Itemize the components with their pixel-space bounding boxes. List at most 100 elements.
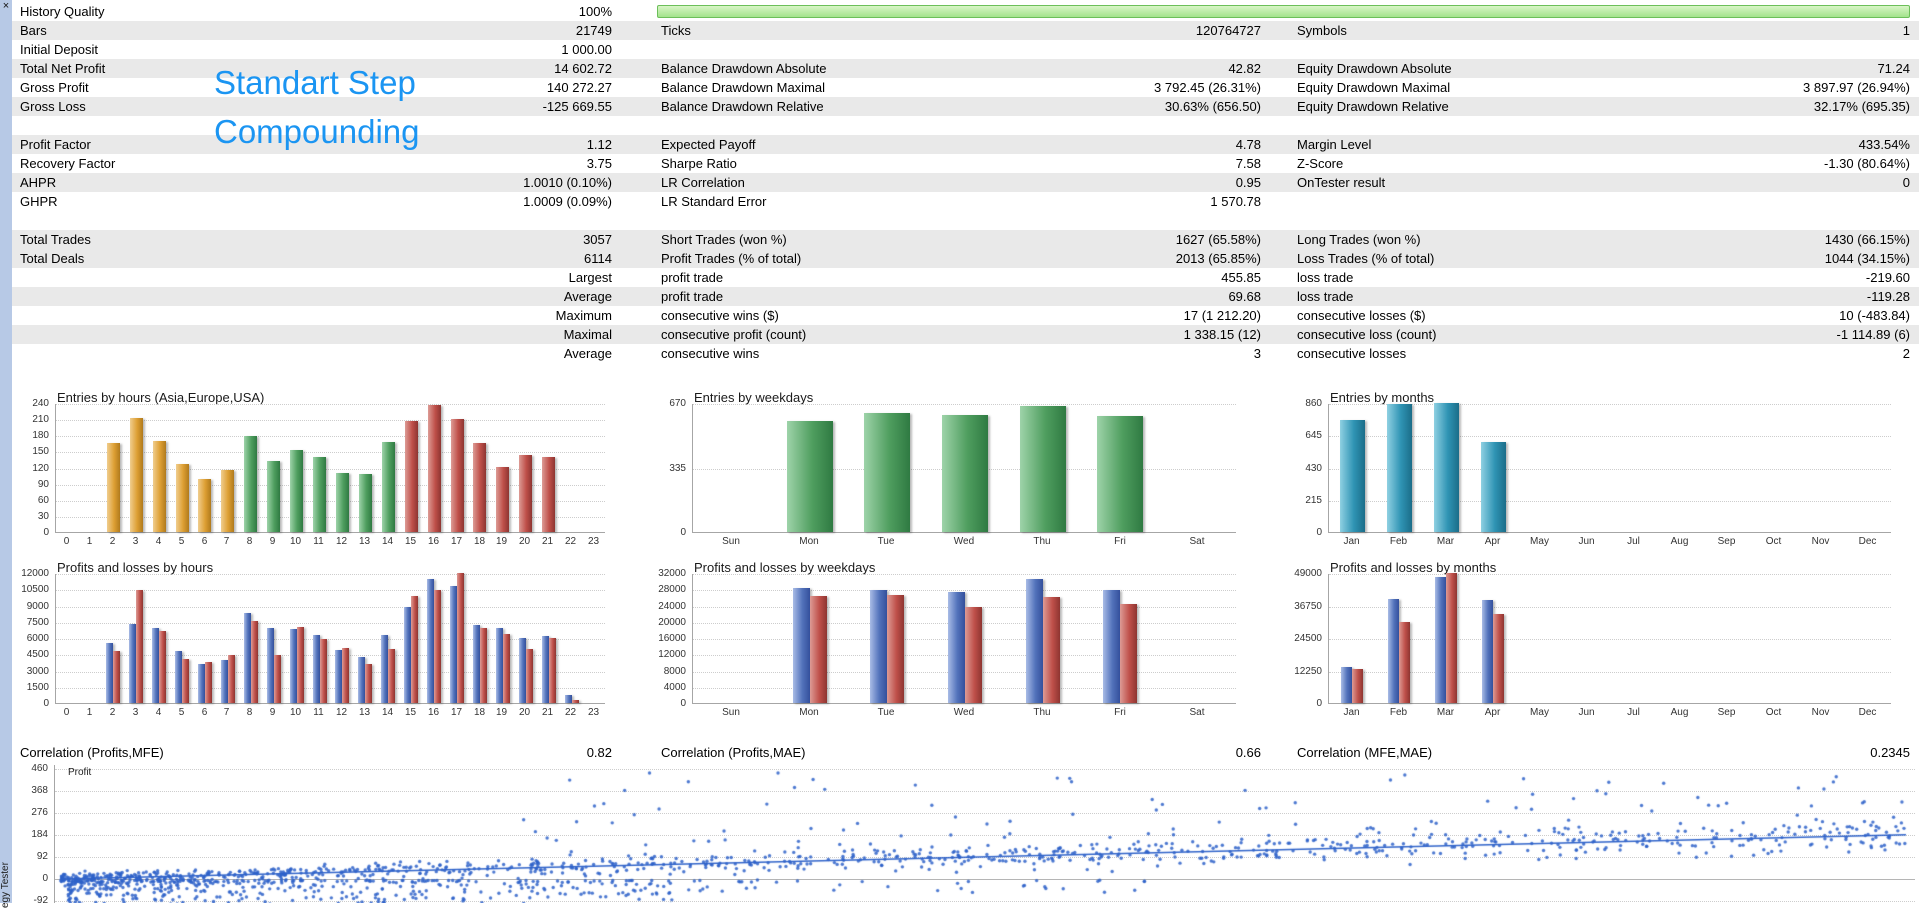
bar <box>107 443 120 532</box>
bar <box>864 413 910 532</box>
stat-value: 433.54% <box>1858 137 1910 152</box>
x-tick-label: Sep <box>1717 707 1736 718</box>
stat-value: 69.68 <box>1228 289 1261 304</box>
bar <box>336 473 349 532</box>
y-tick-label: 210 <box>32 414 49 425</box>
bar <box>113 651 120 703</box>
gridline <box>693 590 1236 591</box>
x-tick-label: 7 <box>223 707 230 718</box>
x-tick-label: 10 <box>289 707 302 718</box>
x-tick-label: 14 <box>381 536 394 547</box>
x-tick-label: 21 <box>541 536 554 547</box>
x-tick-label: Jul <box>1627 536 1640 547</box>
x-tick-label: 6 <box>201 536 208 547</box>
watermark-line2: Compounding <box>214 113 420 150</box>
x-tick-label: 13 <box>358 536 371 547</box>
x-tick-label: 16 <box>427 536 440 547</box>
y-tick-label: 4000 <box>663 682 686 693</box>
chart-title: Profits and losses by hours <box>57 560 214 575</box>
y-tick-label: 430 <box>1305 463 1322 474</box>
stats-row: Maximal consecutive profit (count) 1 338.1… <box>12 325 1919 344</box>
y-tick-label: 90 <box>37 479 49 490</box>
bar <box>787 421 833 532</box>
close-icon[interactable]: × <box>0 0 12 14</box>
bar <box>411 596 418 703</box>
x-tick-label: Thu <box>1033 536 1051 547</box>
y-tick-label: 0 <box>43 698 49 709</box>
bar <box>542 457 555 532</box>
stat-value: -125 669.55 <box>542 99 612 114</box>
x-tick-label: 9 <box>269 536 276 547</box>
bar <box>519 455 532 532</box>
bar <box>267 461 280 532</box>
stat-label: Gross Loss <box>20 99 86 114</box>
x-tick-label: Fri <box>1114 536 1126 547</box>
x-tick-label: 7 <box>223 536 230 547</box>
x-tick-label: Wed <box>953 536 975 547</box>
bar <box>159 631 166 703</box>
stat-label: Short Trades (won %) <box>661 232 787 247</box>
bar <box>793 588 810 703</box>
gridline <box>1329 404 1891 405</box>
stat-label: Bars <box>20 23 47 38</box>
bar <box>810 596 827 703</box>
stat-value: 6114 <box>584 251 612 266</box>
bar <box>198 664 205 703</box>
correlation-mfe-mae-label: Correlation (MFE,MAE) <box>1297 745 1433 760</box>
y-tick-label: 12250 <box>1294 666 1322 677</box>
x-tick-label: 22 <box>564 707 577 718</box>
y-tick-label: 60 <box>37 495 49 506</box>
chart-title: Entries by months <box>1330 390 1435 405</box>
correlation-row: Correlation (Profits,MFE) 0.82 Correlati… <box>12 743 1919 762</box>
gridline <box>1329 672 1891 673</box>
scatter-points-canvas <box>55 765 1919 903</box>
stat-label: OnTester result <box>1297 175 1386 190</box>
bar <box>1026 579 1043 703</box>
stat-label: Equity Drawdown Absolute <box>1297 61 1452 76</box>
bar <box>205 662 212 703</box>
y-tick-label: 8000 <box>663 666 686 677</box>
stat-label: Gross Profit <box>20 80 89 95</box>
history-quality-progressbar <box>657 5 1910 18</box>
x-tick-label: Apr <box>1484 707 1501 718</box>
bar <box>1340 420 1365 532</box>
bar <box>1097 416 1143 532</box>
y-tick-label: 12000 <box>658 649 686 660</box>
x-tick-label: 8 <box>246 707 253 718</box>
stat-value: -219.60 <box>1865 270 1910 285</box>
x-tick-label: 3 <box>132 536 139 547</box>
x-tick-label: Tue <box>877 536 895 547</box>
bar <box>130 418 143 532</box>
bar <box>434 590 441 703</box>
stat-label: LR Standard Error <box>661 194 767 209</box>
y-tick-label: 16000 <box>658 633 686 644</box>
strategy-tester-tab[interactable]: egy Tester <box>0 818 12 908</box>
chart-title: Entries by hours (Asia,Europe,USA) <box>57 390 265 405</box>
x-tick-label: Oct <box>1765 707 1782 718</box>
stat-value: 2013 (65.85%) <box>1175 251 1261 266</box>
x-tick-label: Sat <box>1189 536 1205 547</box>
x-tick-label: Sun <box>722 536 740 547</box>
strategy-tester-report: Standart Step Compounding History Qualit… <box>0 0 1919 908</box>
chart-plot <box>1328 573 1891 704</box>
bar <box>450 586 457 703</box>
stat-value: 3 <box>1253 346 1261 361</box>
bar <box>228 655 235 703</box>
bar <box>381 635 388 703</box>
x-tick-label: Sep <box>1717 536 1736 547</box>
bar <box>1446 573 1457 703</box>
bar <box>175 651 182 703</box>
correlation-mfe-mae-value: 0.2345 <box>1870 745 1910 760</box>
stat-value: 1 570.78 <box>1210 194 1261 209</box>
x-tick-label: Dec <box>1858 536 1877 547</box>
stat-label: Total Net Profit <box>20 61 106 76</box>
bar <box>887 595 904 703</box>
bar <box>251 621 258 703</box>
stat-value: 21749 <box>575 23 612 38</box>
bar <box>106 643 113 703</box>
bar <box>1120 604 1137 703</box>
bar <box>1388 599 1399 703</box>
bar <box>342 648 349 703</box>
y-tick-label: 1500 <box>26 682 49 693</box>
x-tick-label: 15 <box>404 707 417 718</box>
